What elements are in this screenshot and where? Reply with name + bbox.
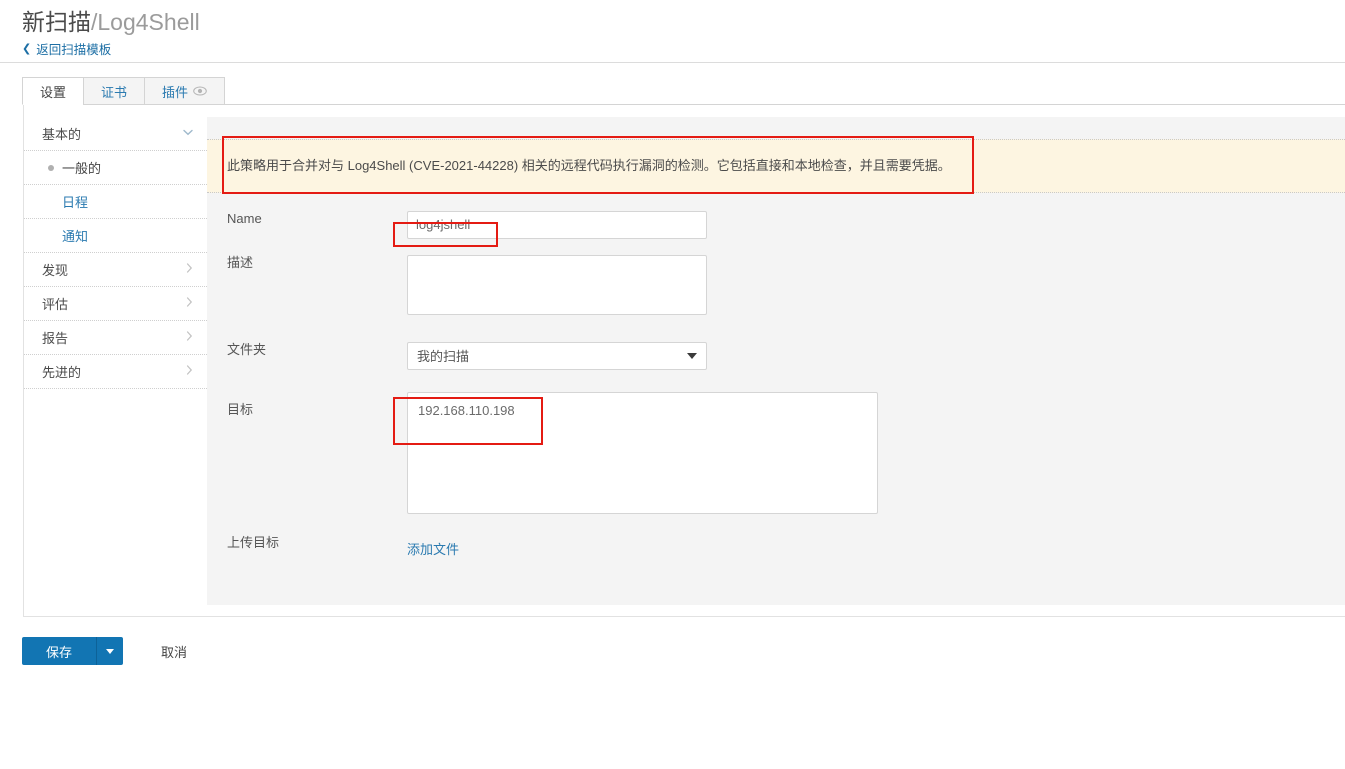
- folder-select[interactable]: 我的扫描: [407, 342, 707, 370]
- name-input[interactable]: [407, 211, 707, 239]
- field-row-name: Name: [207, 211, 1345, 239]
- sidebar-item-schedule-label: 日程: [62, 192, 88, 211]
- sidebar-item-general-label: 一般的: [62, 158, 101, 177]
- upload-targets-label: 上传目标: [207, 535, 407, 551]
- sidebar-item-report-label: 报告: [42, 328, 68, 347]
- sidebar-item-general[interactable]: 一般的: [24, 151, 207, 185]
- tab-settings-label: 设置: [40, 82, 66, 101]
- folder-select-value: 我的扫描: [417, 346, 469, 365]
- targets-control: [407, 392, 1345, 519]
- sidebar-item-assessment[interactable]: 评估: [24, 287, 207, 321]
- chevron-down-icon: [106, 649, 114, 654]
- tab-plugins[interactable]: 插件: [144, 77, 225, 105]
- description-control: [407, 255, 1345, 320]
- chevron-left-icon: ❮: [22, 44, 31, 55]
- settings-sidebar: 基本的 一般的 日程 通知 发现: [24, 105, 207, 616]
- name-label: Name: [207, 211, 407, 227]
- field-row-upload-targets: 上传目标 添加文件: [207, 535, 1345, 559]
- chevron-down-icon: [687, 353, 697, 359]
- general-settings-form: Name 描述 文件夹 我的扫描: [207, 193, 1345, 559]
- sidebar-item-assessment-label: 评估: [42, 294, 68, 313]
- chevron-right-icon: [186, 365, 193, 378]
- tab-settings[interactable]: 设置: [22, 77, 84, 105]
- sidebar-item-discovery[interactable]: 发现: [24, 253, 207, 287]
- tabbar: 设置 证书 插件: [0, 77, 1345, 105]
- targets-textarea[interactable]: [407, 392, 878, 514]
- content-wrapper: 基本的 一般的 日程 通知 发现: [0, 105, 1345, 617]
- chevron-down-icon: [183, 129, 193, 139]
- field-row-targets: 目标: [207, 392, 1345, 519]
- cancel-button[interactable]: 取消: [161, 642, 187, 661]
- upload-targets-control: 添加文件: [407, 535, 1345, 559]
- sidebar-item-report[interactable]: 报告: [24, 321, 207, 355]
- settings-panel: 此策略用于合并对与 Log4Shell (CVE-2021-44228) 相关的…: [207, 117, 1345, 605]
- folder-label: 文件夹: [207, 342, 407, 358]
- policy-description-text: 此策略用于合并对与 Log4Shell (CVE-2021-44228) 相关的…: [227, 158, 951, 173]
- sidebar-item-basic[interactable]: 基本的: [24, 117, 207, 151]
- active-bullet-icon: [48, 165, 54, 171]
- tab-credentials-label: 证书: [101, 82, 127, 101]
- tab-credentials[interactable]: 证书: [83, 77, 145, 105]
- targets-label: 目标: [207, 392, 407, 418]
- description-label: 描述: [207, 255, 407, 271]
- save-button[interactable]: 保存: [22, 637, 97, 665]
- sidebar-item-schedule[interactable]: 日程: [24, 185, 207, 219]
- sidebar-item-notifications-label: 通知: [62, 226, 88, 245]
- description-textarea[interactable]: [407, 255, 707, 315]
- field-row-description: 描述: [207, 255, 1345, 320]
- back-link-label: 返回扫描模板: [36, 44, 111, 57]
- sidebar-item-basic-label: 基本的: [42, 124, 81, 143]
- sidebar-item-notifications[interactable]: 通知: [24, 219, 207, 253]
- tab-plugins-label: 插件: [162, 82, 188, 101]
- save-dropdown-button[interactable]: [97, 637, 123, 665]
- page-header: 新扫描/Log4Shell ❮ 返回扫描模板: [0, 0, 1345, 63]
- page-title-main: 新扫描: [22, 9, 91, 35]
- content-frame: 基本的 一般的 日程 通知 发现: [23, 105, 1345, 617]
- add-file-link[interactable]: 添加文件: [407, 535, 459, 558]
- name-control: [407, 211, 1345, 239]
- save-button-group: 保存: [22, 637, 123, 665]
- policy-description-notice: 此策略用于合并对与 Log4Shell (CVE-2021-44228) 相关的…: [207, 139, 1345, 193]
- eye-icon: [193, 86, 207, 96]
- tab-list: 设置 证书 插件: [22, 77, 1345, 105]
- form-actions: 保存 取消: [0, 617, 1345, 665]
- field-row-folder: 文件夹 我的扫描: [207, 342, 1345, 370]
- chevron-right-icon: [186, 331, 193, 344]
- sidebar-item-advanced-label: 先进的: [42, 362, 81, 381]
- folder-control: 我的扫描: [407, 342, 1345, 370]
- back-to-scan-templates-link[interactable]: ❮ 返回扫描模板: [22, 44, 111, 57]
- chevron-right-icon: [186, 263, 193, 276]
- sidebar-item-advanced[interactable]: 先进的: [24, 355, 207, 389]
- chevron-right-icon: [186, 297, 193, 310]
- page-title: 新扫描/Log4Shell: [22, 10, 1345, 35]
- sidebar-item-discovery-label: 发现: [42, 260, 68, 279]
- page-title-template: Log4Shell: [97, 9, 199, 35]
